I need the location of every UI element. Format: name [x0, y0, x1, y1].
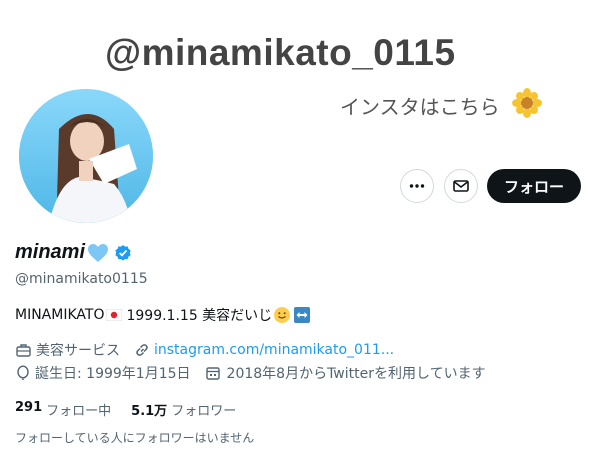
message-button[interactable] [444, 169, 478, 203]
followers-label: フォロワー [171, 404, 237, 419]
slightly-smiling-face-icon [273, 306, 291, 324]
following-count: 291 [15, 400, 43, 415]
avatar[interactable] [15, 85, 157, 227]
following-label: フォロー中 [46, 404, 112, 419]
bio-name: MINAMIKATO [15, 307, 105, 323]
banner-sub-text: インスタはこちら [340, 95, 500, 119]
sunflower-icon [512, 88, 542, 118]
profile-birthday: 誕生日: 1999年1月15日 [35, 366, 191, 382]
followers-link[interactable]: 5.1万 フォロワー [131, 400, 236, 419]
profile-bio: MINAMIKATO 1999.1.15 美容だいじ [15, 305, 311, 325]
bio-text: 1999.1.15 美容だいじ [126, 308, 273, 324]
profile-meta-row-1: 美容サービス instagram.com/minamikato_011... [15, 340, 394, 360]
following-link[interactable]: 291 フォロー中 [15, 400, 111, 419]
profile-meta-row-2: 誕生日: 1999年1月15日 2018年8月からTwitterを利用しています [15, 363, 486, 383]
japan-flag-icon [106, 309, 123, 321]
calendar-icon [205, 365, 221, 381]
follow-stats: 291 フォロー中 5.1万 フォロワー [15, 400, 236, 419]
verified-badge-icon[interactable] [114, 244, 132, 262]
blue-heart-icon [87, 243, 109, 263]
profile-category: 美容サービス [36, 343, 120, 359]
left-right-arrow-icon [293, 306, 311, 324]
briefcase-icon [15, 342, 32, 359]
mail-icon [452, 177, 470, 195]
profile-handle: @minamikato0115 [15, 271, 148, 287]
follow-button[interactable]: フォロー [487, 169, 581, 203]
profile-joined-date: 2018年8月からTwitterを利用しています [226, 366, 486, 382]
balloon-icon [15, 364, 31, 382]
mutual-followers-text: フォローしている人にフォロワーはいません [15, 431, 255, 445]
avatar-image [19, 89, 153, 223]
profile-website-link[interactable]: instagram.com/minamikato_011... [154, 342, 394, 358]
link-icon [134, 342, 150, 358]
profile-name-row: minami [15, 241, 132, 264]
banner-handle-text: @minamikato_0115 [105, 32, 456, 73]
profile-name: minami [15, 241, 86, 263]
more-icon [408, 177, 426, 195]
more-button[interactable] [400, 169, 434, 203]
followers-count: 5.1万 [131, 404, 168, 419]
